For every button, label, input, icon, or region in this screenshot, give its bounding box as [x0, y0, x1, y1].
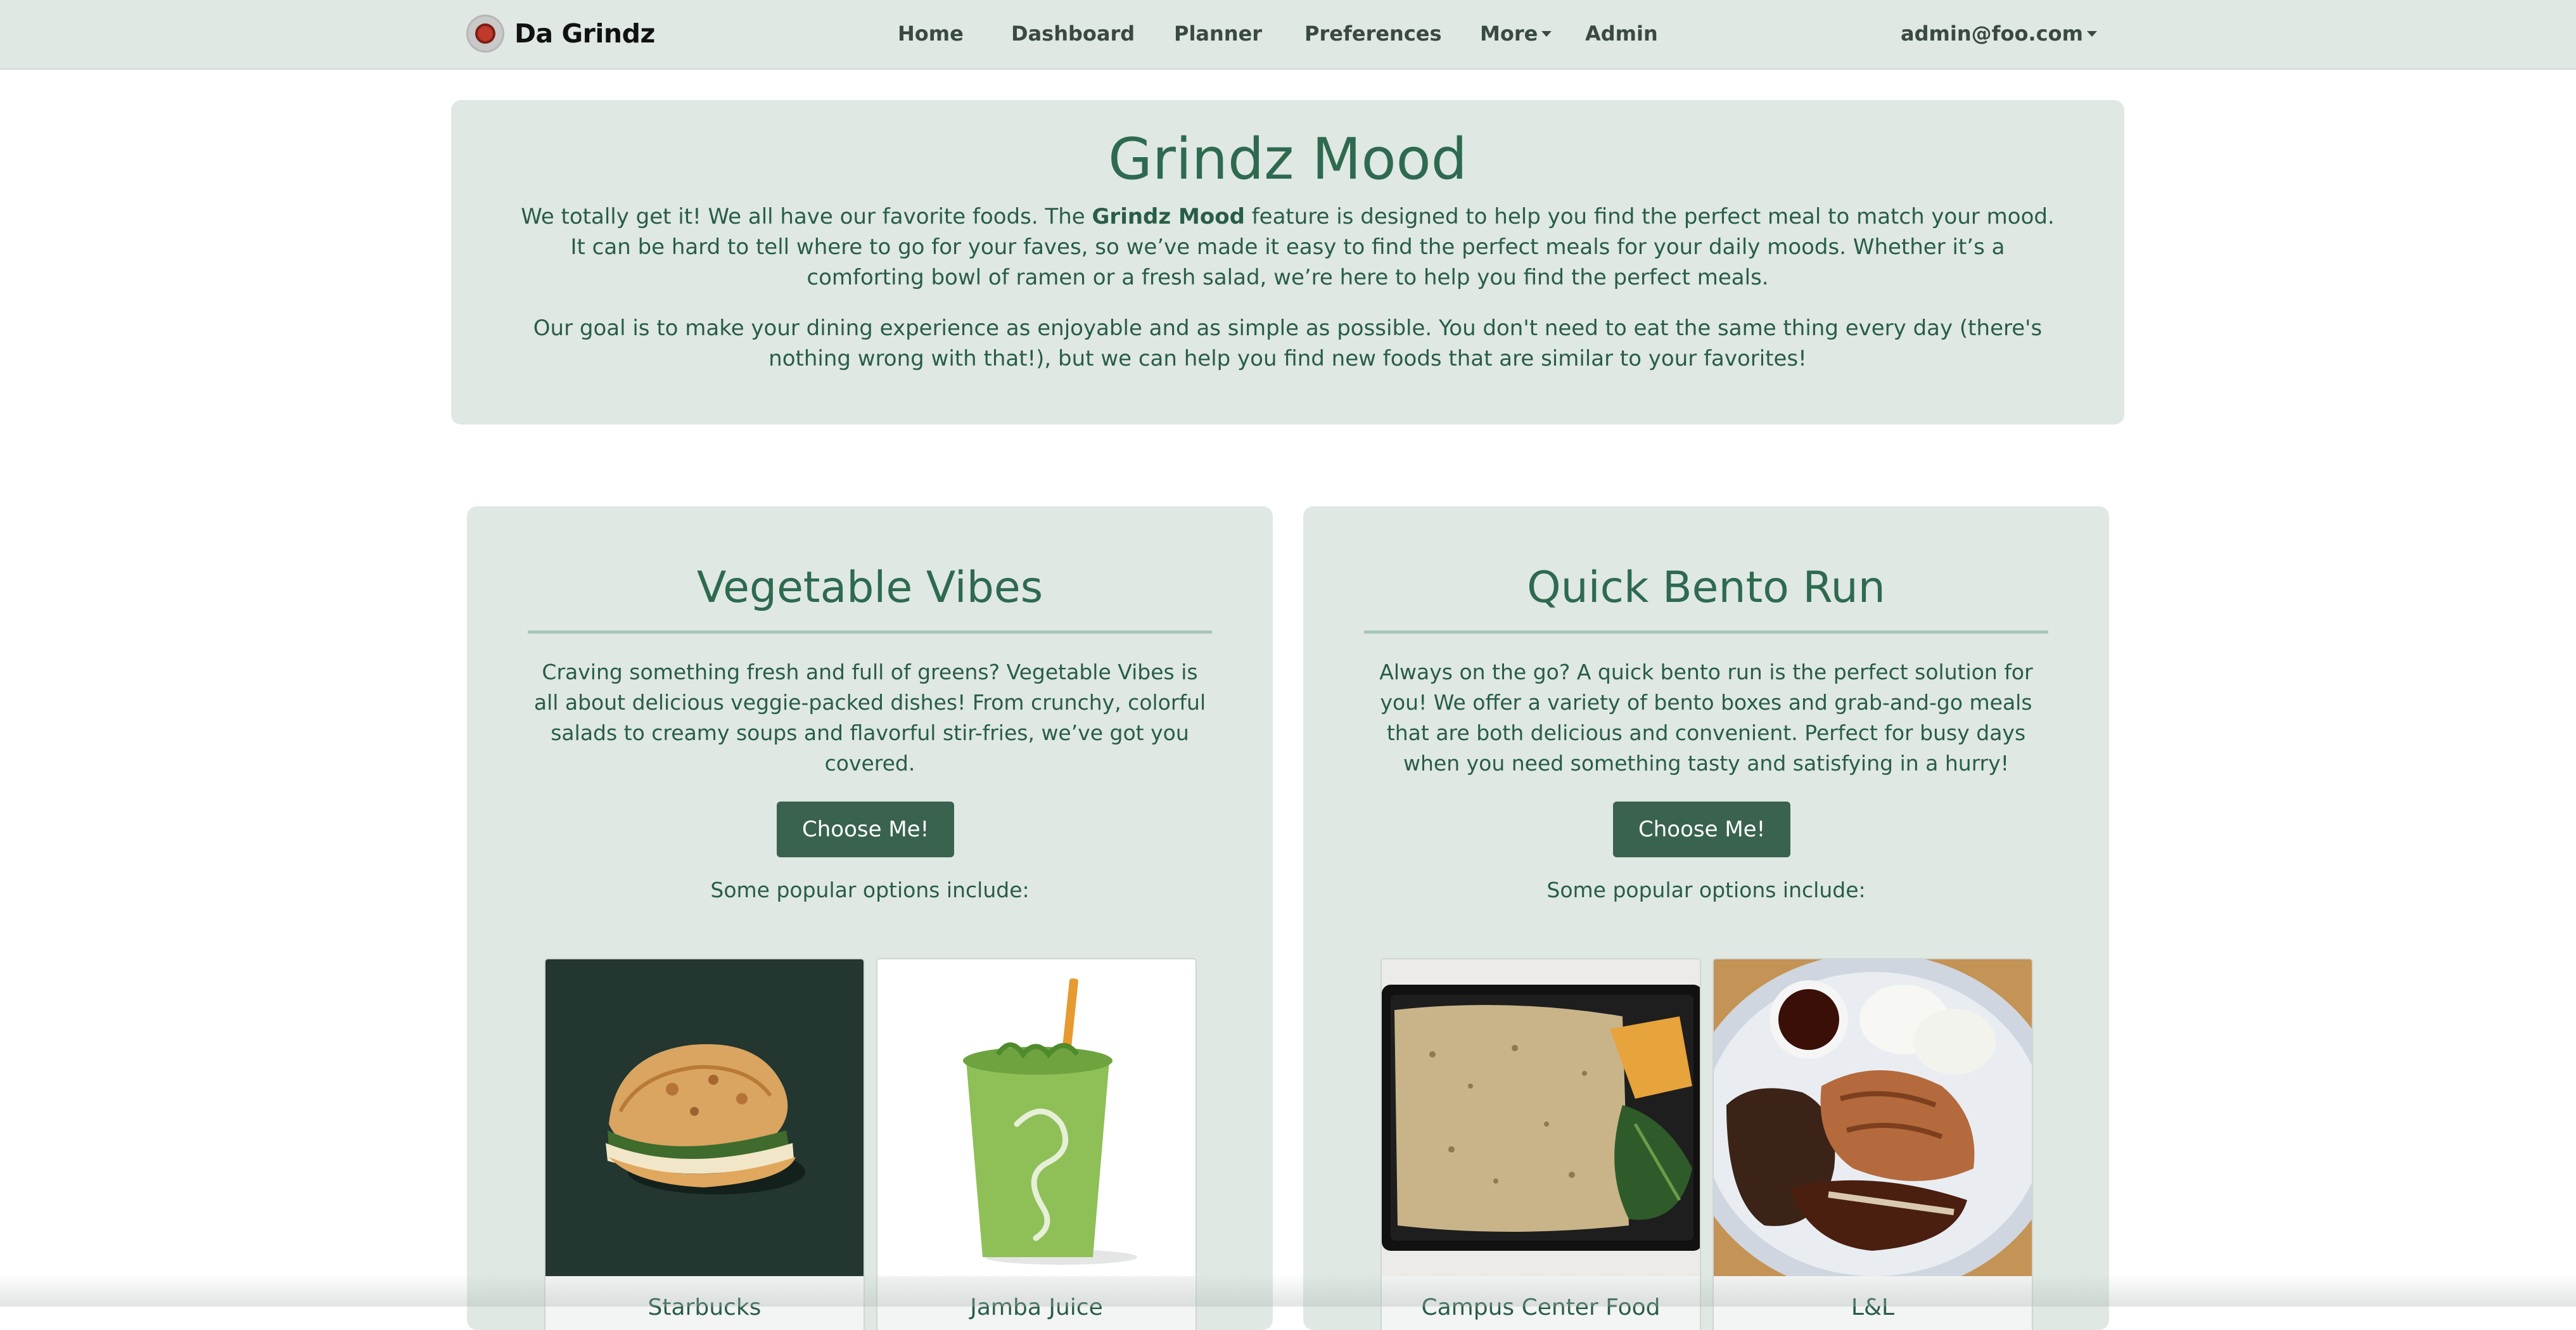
- choose-me-button[interactable]: Choose Me!: [777, 802, 955, 857]
- user-email: admin@foo.com: [1901, 22, 2083, 46]
- nav-planner[interactable]: Planner: [1174, 19, 1262, 48]
- card-divider: [1364, 630, 2048, 634]
- nav-more-dropdown[interactable]: More: [1480, 19, 1552, 48]
- mood-card-vegetable-vibes: Vegetable Vibes Craving something fresh …: [467, 506, 1273, 1330]
- scroll-shadow: [0, 1274, 2576, 1307]
- mood-card-quick-bento-run: Quick Bento Run Always on the go? A quic…: [1303, 506, 2109, 1330]
- card-title: Vegetable Vibes: [696, 563, 1043, 613]
- choose-me-button[interactable]: Choose Me!: [1613, 802, 1791, 857]
- chevron-down-icon: [2086, 31, 2097, 37]
- smoothie-image: [877, 959, 1196, 1276]
- popular-options-label: Some popular options include:: [1546, 878, 1866, 902]
- intro-feature-name: Grindz Mood: [1092, 204, 1245, 229]
- option-card-campus-center-food[interactable]: Campus Center Food: [1380, 958, 1701, 1330]
- top-navbar: Da Grindz Home Dashboard Planner Prefere…: [0, 0, 2576, 70]
- popular-options-label: Some popular options include:: [710, 878, 1030, 902]
- chevron-down-icon: [1541, 31, 1552, 37]
- option-card-l-and-l[interactable]: L&L: [1712, 958, 2033, 1330]
- brand-logo-icon: [466, 15, 504, 53]
- nav-dashboard[interactable]: Dashboard: [1011, 19, 1135, 48]
- nav-admin[interactable]: Admin: [1585, 19, 1658, 48]
- card-description: Always on the go? A quick bento run is t…: [1379, 660, 2033, 776]
- user-menu-dropdown[interactable]: admin@foo.com: [1901, 19, 2097, 48]
- nav-home[interactable]: Home: [898, 19, 964, 48]
- nav-preferences[interactable]: Preferences: [1304, 19, 1442, 48]
- grindz-mood-intro: Grindz Mood We totally get it! We all ha…: [451, 100, 2124, 425]
- brand-name: Da Grindz: [514, 18, 655, 49]
- plate-lunch-image: [1714, 959, 2032, 1276]
- option-card-jamba-juice[interactable]: Jamba Juice: [876, 958, 1197, 1330]
- option-name: Jamba Juice: [970, 1295, 1103, 1320]
- option-card-starbucks[interactable]: Starbucks: [544, 958, 865, 1330]
- bento-box-image: [1382, 959, 1700, 1276]
- goal-paragraph: Our goal is to make your dining experien…: [533, 316, 2043, 371]
- card-divider: [528, 630, 1212, 634]
- page-title: Grindz Mood: [1108, 126, 1467, 193]
- option-name: Starbucks: [647, 1295, 762, 1320]
- card-title: Quick Bento Run: [1527, 563, 1885, 613]
- nav-more-label: More: [1480, 22, 1538, 46]
- card-description: Craving something fresh and full of gree…: [533, 660, 1206, 776]
- option-name: L&L: [1851, 1295, 1895, 1320]
- intro-paragraph: We totally get it! We all have our favor…: [514, 201, 2061, 293]
- option-name: Campus Center Food: [1421, 1295, 1661, 1320]
- brand-link[interactable]: Da Grindz: [466, 14, 655, 53]
- sandwich-image: [545, 959, 864, 1276]
- intro-text-start: We totally get it! We all have our favor…: [521, 204, 1092, 229]
